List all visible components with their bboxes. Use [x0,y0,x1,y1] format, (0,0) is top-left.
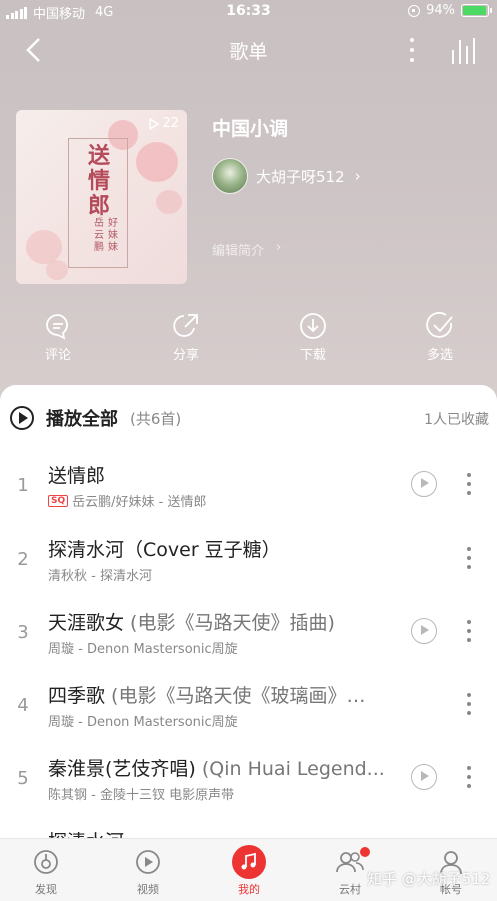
playlist-title: 中国小调 [212,118,289,140]
more-vertical-icon[interactable] [466,766,472,788]
download-label: 下载 [299,348,326,363]
song-index: 2 [17,549,29,570]
song-meta: 周璇 - Denon Mastersonic周旋 [48,715,238,730]
battery-percent: 94% [426,3,455,18]
battery-icon [461,4,492,17]
watermark: 知乎 @大胡子512 [367,870,491,888]
chevron-right-icon: › [354,167,361,185]
song-meta: 清秋秋 - 探清水河 [48,569,152,584]
song-meta: 陈其钢 - 金陵十三钗 电影原声带 [48,788,235,803]
more-vertical-icon[interactable] [466,473,472,495]
share-icon [173,314,198,337]
now-playing-icon[interactable] [452,36,484,64]
action-row: 评论 分享 下载 多选 [0,312,497,372]
song-index: 5 [17,768,29,789]
more-icon[interactable] [404,36,420,64]
comment-icon [46,314,68,340]
edit-intro-label: 编辑简介 [212,244,265,259]
video-icon [136,850,160,874]
play-video-icon[interactable] [411,764,437,790]
avatar[interactable] [212,158,248,194]
share-label: 分享 [172,348,199,363]
play-video-icon[interactable] [411,471,437,497]
creator-link[interactable]: 大胡子呀512 › [212,158,361,194]
discover-icon [34,850,58,874]
tab-label: 视频 [137,883,159,896]
song-title: 天涯歌女 (电影《马路天使》插曲) [48,612,335,634]
song-title: 秦淮景(艺伎齐唱) (Qin Huai Legend... [48,758,385,780]
cover-artist-1: 岳云鹏 [94,218,104,253]
song-row[interactable]: 3 天涯歌女 (电影《马路天使》插曲) 周璇 - Denon Masterson… [0,600,497,674]
comment-button[interactable]: 评论 [28,312,88,363]
song-index: 4 [17,695,29,716]
play-all-label[interactable]: 播放全部 [46,405,118,431]
play-all-row[interactable]: 播放全部 (共6首) 1人已收藏 [0,403,497,433]
share-button[interactable]: 分享 [156,312,216,363]
song-list-panel: 播放全部 (共6首) 1人已收藏 1 送情郎 SQ 岳云鹏/好妹妹 - 送情郎 2… [0,385,497,855]
cover-artist-2: 好妹妹 [108,218,118,253]
playlist-cover[interactable]: 送情郎 岳云鹏 好妹妹 22 [16,110,187,284]
song-title: 四季歌 (电影《马路天使《玻璃画》… [48,685,366,707]
more-vertical-icon[interactable] [466,547,472,569]
more-vertical-icon[interactable] [466,693,472,715]
song-meta: SQ 岳云鹏/好妹妹 - 送情郎 [48,491,393,510]
status-bar: 中国移动 4G 16:33 94% [0,0,497,24]
song-title: 送情郎 [48,465,106,487]
comment-label: 评论 [44,348,71,363]
multiselect-button[interactable]: 多选 [410,312,470,363]
cover-title: 送情郎 [88,143,111,219]
tab-label: 发现 [35,883,57,896]
song-row[interactable]: 5 秦淮景(艺伎齐唱) (Qin Huai Legend... 陈其钢 - 金陵… [0,746,497,820]
nav-bar: 歌单 [0,24,497,76]
song-count: (共6首) [130,410,182,428]
notification-badge [360,847,370,857]
more-vertical-icon[interactable] [466,620,472,642]
music-note-icon [241,852,256,870]
page-title: 歌单 [229,41,268,63]
favorites-count[interactable]: 1人已收藏 [424,409,489,429]
song-index: 3 [17,622,29,643]
song-index: 1 [17,475,29,496]
sq-badge: SQ [48,494,69,507]
song-row[interactable]: 4 四季歌 (电影《马路天使《玻璃画》… 周璇 - Denon Masterso… [0,673,497,747]
edit-intro-link[interactable]: 编辑简介 › [212,240,281,259]
play-count-value: 22 [162,116,179,131]
multiselect-label: 多选 [426,348,453,363]
download-icon [300,313,326,339]
tab-video[interactable]: 视频 [118,845,178,897]
song-row[interactable]: 2 探清水河（Cover 豆子糖） 清秋秋 - 探清水河 [0,527,497,601]
song-title: 探清水河（Cover 豆子糖） [48,539,281,561]
play-count: 22 [149,116,179,131]
creator-name: 大胡子呀512 [256,167,345,186]
check-icon [426,312,453,338]
play-count-icon [149,117,160,130]
play-video-icon[interactable] [411,618,437,644]
download-button[interactable]: 下载 [283,312,343,363]
song-row[interactable]: 1 送情郎 SQ 岳云鹏/好妹妹 - 送情郎 [0,453,497,527]
orientation-lock-icon [408,4,421,17]
song-meta: 周璇 - Denon Mastersonic周旋 [48,642,238,657]
tab-label: 云村 [339,883,361,896]
tab-label: 我的 [238,883,260,896]
tab-discover[interactable]: 发现 [16,845,76,897]
chevron-right-icon: › [276,240,282,255]
play-all-icon[interactable] [10,406,34,430]
tab-mine[interactable]: 我的 [219,845,279,897]
